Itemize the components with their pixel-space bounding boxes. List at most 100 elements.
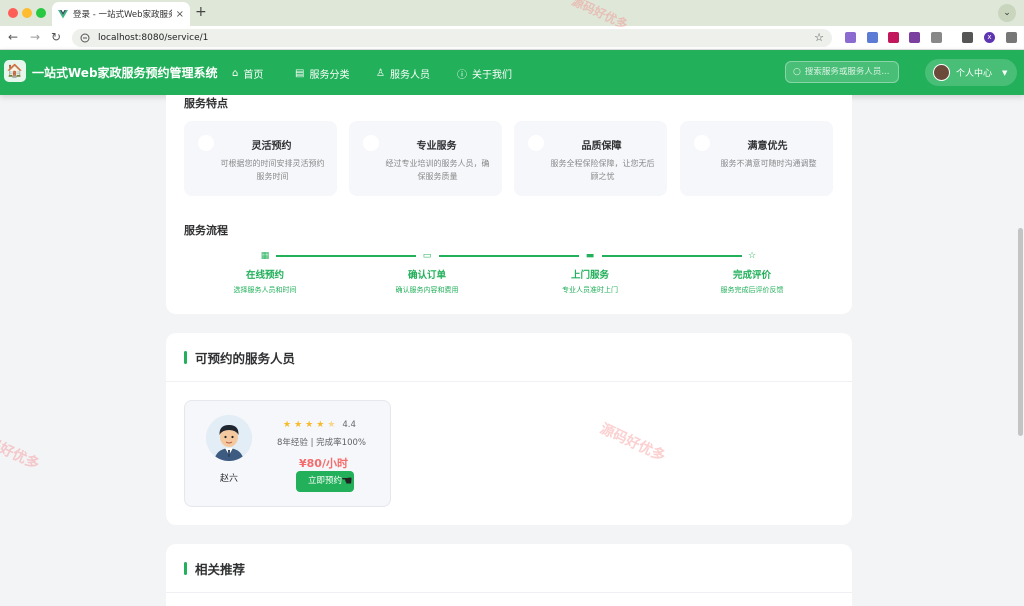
vue-icon (58, 10, 68, 19)
search-icon: ○ (793, 67, 801, 77)
watermark: 源码好优多 (0, 428, 42, 473)
nav-categories-label: 服务分类 (309, 70, 350, 81)
feature-title: 专业服务 (416, 141, 457, 152)
nav-staff[interactable]: ♙ 服务人员 (376, 66, 430, 81)
page-scrollbar[interactable] (1018, 228, 1023, 436)
process-step-title: 在线预约 (245, 270, 284, 281)
extension-icon[interactable] (888, 32, 899, 43)
related-section-card: 相关推荐 (166, 544, 852, 606)
process-step: ▬ 上门服务 专业人员准时上门 (510, 250, 670, 295)
maximize-window-button[interactable] (36, 8, 46, 18)
staff-section-heading: 可预约的服务人员 (184, 348, 295, 367)
process-step-desc: 服务完成后评价反馈 (720, 286, 784, 294)
process-step-desc: 确认服务内容和费用 (395, 286, 459, 294)
star-icon: ★ (305, 420, 314, 430)
feature-card: 专业服务 经过专业培训的服务人员，确保服务质量 (349, 121, 502, 196)
star-icon: ★ (294, 420, 303, 430)
staff-section-title: 可预约的服务人员 (195, 351, 296, 366)
minimize-window-button[interactable] (22, 8, 32, 18)
chevron-down-icon: ▼ (1002, 68, 1008, 77)
user-menu[interactable]: 个人中心 ▼ (925, 59, 1017, 86)
nav-about[interactable]: ⓘ 关于我们 (457, 66, 512, 81)
process-step-title: 完成评价 (732, 270, 771, 281)
app-header: 🏠 一站式Web家政服务预约管理系统 ⌂ 首页 ▤ 服务分类 ♙ 服务人员 ⓘ … (0, 50, 1024, 95)
url-text: localhost:8080/service/1 (98, 33, 209, 43)
nav-home[interactable]: ⌂ 首页 (232, 66, 263, 81)
document-icon: ▭ (422, 251, 432, 261)
features-title: 服务特点 (184, 97, 228, 110)
rating-stars: ★ ★ ★ ★ ★ 4.4 (283, 420, 356, 430)
browser-tab[interactable]: 登录 - 一站式Web家政服务预约 × (52, 2, 190, 26)
close-window-button[interactable] (8, 8, 18, 18)
search-box[interactable]: ○ (785, 61, 899, 83)
divider (166, 381, 852, 382)
extension-icon[interactable] (909, 32, 920, 43)
url-field[interactable]: localhost:8080/service/1 ☆ (72, 29, 832, 47)
extension-icon[interactable] (867, 32, 878, 43)
divider (166, 592, 852, 593)
nav-about-label: 关于我们 (472, 70, 512, 81)
feature-desc: 经过专业培训的服务人员，确保服务质量 (385, 159, 490, 181)
process-step-desc: 选择服务人员和时间 (233, 286, 297, 294)
address-bar-row: ← → ↻ localhost:8080/service/1 ☆ x (0, 26, 1024, 50)
staff-avatar-illustration (206, 415, 252, 461)
avatar (933, 64, 950, 81)
staff-price: ¥80/小时 (299, 457, 348, 470)
extension-icon[interactable] (845, 32, 856, 43)
tab-close-icon[interactable]: × (176, 9, 184, 20)
feature-title: 灵活预约 (251, 141, 292, 152)
process-step: ▦ 在线预约 选择服务人员和时间 (185, 250, 345, 295)
staff-avatar (206, 415, 252, 461)
browser-menu-icon[interactable] (1006, 32, 1017, 43)
site-info-icon[interactable] (80, 33, 90, 43)
feature-title: 品质保障 (581, 141, 622, 152)
related-heading: 相关推荐 (184, 559, 245, 578)
nav-categories[interactable]: ▤ 服务分类 (295, 66, 349, 81)
feature-card: 品质保障 服务全程保险保障，让您无后顾之忧 (514, 121, 667, 196)
new-tab-button[interactable]: + (195, 4, 207, 20)
process-title: 服务流程 (184, 224, 228, 237)
process-step-title: 上门服务 (570, 270, 609, 281)
download-icon[interactable] (962, 32, 973, 43)
bookmark-star-icon[interactable]: ☆ (814, 31, 824, 44)
service-detail-card: 服务特点 灵活预约 可根据您的时间安排灵活预约服务时间 专业服务 经过专业培训的… (166, 95, 852, 314)
profile-avatar[interactable]: x (984, 32, 995, 43)
tab-search-icon[interactable]: ⌄ (998, 4, 1016, 22)
process-step: ☆ 完成评价 服务完成后评价反馈 (672, 250, 832, 295)
staff-name: 赵六 (219, 474, 238, 484)
accent-bar (184, 351, 187, 364)
staff-section-card: 可预约的服务人员 赵六 ★ ★ ★ ★ ★ 4.4 8年经验 | 完成率100%… (166, 333, 852, 525)
nav-staff-label: 服务人员 (389, 70, 430, 81)
hand-cursor-icon: ☚ (341, 474, 353, 489)
app-title[interactable]: 一站式Web家政服务预约管理系统 (32, 64, 218, 81)
process-step-desc: 专业人员准时上门 (562, 286, 618, 294)
user-icon: ♙ (376, 68, 385, 79)
star-icon: ★ (316, 420, 325, 430)
staff-experience: 8年经验 | 完成率100% (277, 438, 366, 448)
half-star-icon: ★ (327, 420, 336, 430)
staff-card[interactable]: 赵六 ★ ★ ★ ★ ★ 4.4 8年经验 | 完成率100% ¥80/小时 立… (184, 400, 391, 507)
process-step: ▭ 确认订单 确认服务内容和费用 (347, 250, 507, 295)
feature-desc: 服务全程保险保障，让您无后顾之忧 (550, 159, 655, 181)
forward-icon[interactable]: → (30, 30, 40, 44)
house-logo-icon[interactable]: 🏠 (4, 60, 26, 82)
feature-title: 满意优先 (747, 141, 788, 152)
user-menu-label: 个人中心 (956, 69, 993, 79)
reload-icon[interactable]: ↻ (51, 30, 61, 44)
star-outline-icon: ☆ (747, 251, 757, 261)
rating-value: 4.4 (342, 420, 356, 430)
tab-title: 登录 - 一站式Web家政服务预约 (73, 10, 172, 20)
feature-card: 灵活预约 可根据您的时间安排灵活预约服务时间 (184, 121, 337, 196)
star-icon: ★ (283, 420, 292, 430)
back-icon[interactable]: ← (8, 30, 18, 44)
feature-card: 满意优先 服务不满意可随时沟通调整 (680, 121, 833, 196)
home-icon: ⌂ (232, 68, 239, 79)
related-title: 相关推荐 (195, 562, 246, 577)
process-step-title: 确认订单 (407, 270, 446, 281)
info-icon: ⓘ (457, 70, 467, 81)
nav-home-label: 首页 (243, 70, 264, 81)
search-input[interactable] (804, 67, 895, 77)
extensions-puzzle-icon[interactable] (931, 32, 942, 43)
category-icon: ▤ (295, 68, 305, 79)
feature-desc: 服务不满意可随时沟通调整 (720, 159, 817, 168)
